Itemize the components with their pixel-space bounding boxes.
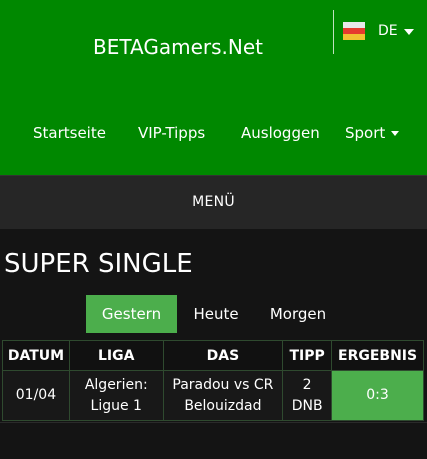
column-header-liga: LIGA xyxy=(68,340,164,371)
column-header-datum: DATUM xyxy=(2,340,70,371)
tab-gestern[interactable]: Gestern xyxy=(86,295,177,333)
day-tabs: Gestern Heute Morgen xyxy=(0,295,427,333)
nav-vip-tipps[interactable]: VIP-Tipps xyxy=(138,124,205,142)
cell-tipp-line2: DNB xyxy=(291,397,323,414)
column-header-tipp: TIPP xyxy=(282,340,333,371)
matches-table: DATUM LIGA DAS TIPP ERGEBNIS 01/04 Alger… xyxy=(2,340,424,421)
cell-liga-line2: Ligue 1 xyxy=(90,397,142,414)
cell-das-line2: Belouizdad xyxy=(184,397,262,414)
column-header-das: DAS xyxy=(162,340,284,371)
brand-logo-text[interactable]: BETAGamers.Net xyxy=(93,35,263,59)
table-row: 01/04 Algerien: Ligue 1 Paradou vs CR Be… xyxy=(2,370,424,421)
language-selector[interactable]: DE xyxy=(343,20,414,42)
tab-morgen[interactable]: Morgen xyxy=(258,295,338,333)
divider xyxy=(0,422,427,423)
cell-liga: Algerien: Ligue 1 xyxy=(68,370,164,421)
nav-ausloggen[interactable]: Ausloggen xyxy=(241,124,320,142)
main-content: SUPER SINGLE Gestern Heute Morgen DATUM … xyxy=(0,229,427,459)
cell-das-line1: Paradou vs CR xyxy=(172,376,274,393)
cell-datum: 01/04 xyxy=(2,370,70,421)
nav-sport-dropdown[interactable]: Sport xyxy=(345,124,400,142)
nav-sport-label: Sport xyxy=(345,124,386,142)
page-title: SUPER SINGLE xyxy=(4,249,193,279)
flag-icon xyxy=(343,22,365,40)
caret-down-icon xyxy=(403,28,414,35)
header-divider xyxy=(333,10,334,54)
cell-das: Paradou vs CR Belouizdad xyxy=(162,370,284,421)
table-header-row: DATUM LIGA DAS TIPP ERGEBNIS xyxy=(2,340,424,371)
column-header-ergebnis: ERGEBNIS xyxy=(331,340,424,371)
language-code: DE xyxy=(378,23,398,39)
cell-liga-line1: Algerien: xyxy=(84,376,148,393)
menu-label: MENÜ xyxy=(192,194,235,210)
site-header: BETAGamers.Net DE Startseite VIP-Tipps A… xyxy=(0,0,427,175)
nav-startseite[interactable]: Startseite xyxy=(33,124,106,142)
tab-heute[interactable]: Heute xyxy=(180,295,252,333)
cell-tipp-line1: 2 xyxy=(302,376,312,393)
menu-toggle-bar[interactable]: MENÜ xyxy=(0,175,427,229)
cell-ergebnis: 0:3 xyxy=(331,370,424,421)
cell-tipp: 2 DNB xyxy=(282,370,333,421)
caret-down-icon xyxy=(391,131,400,136)
